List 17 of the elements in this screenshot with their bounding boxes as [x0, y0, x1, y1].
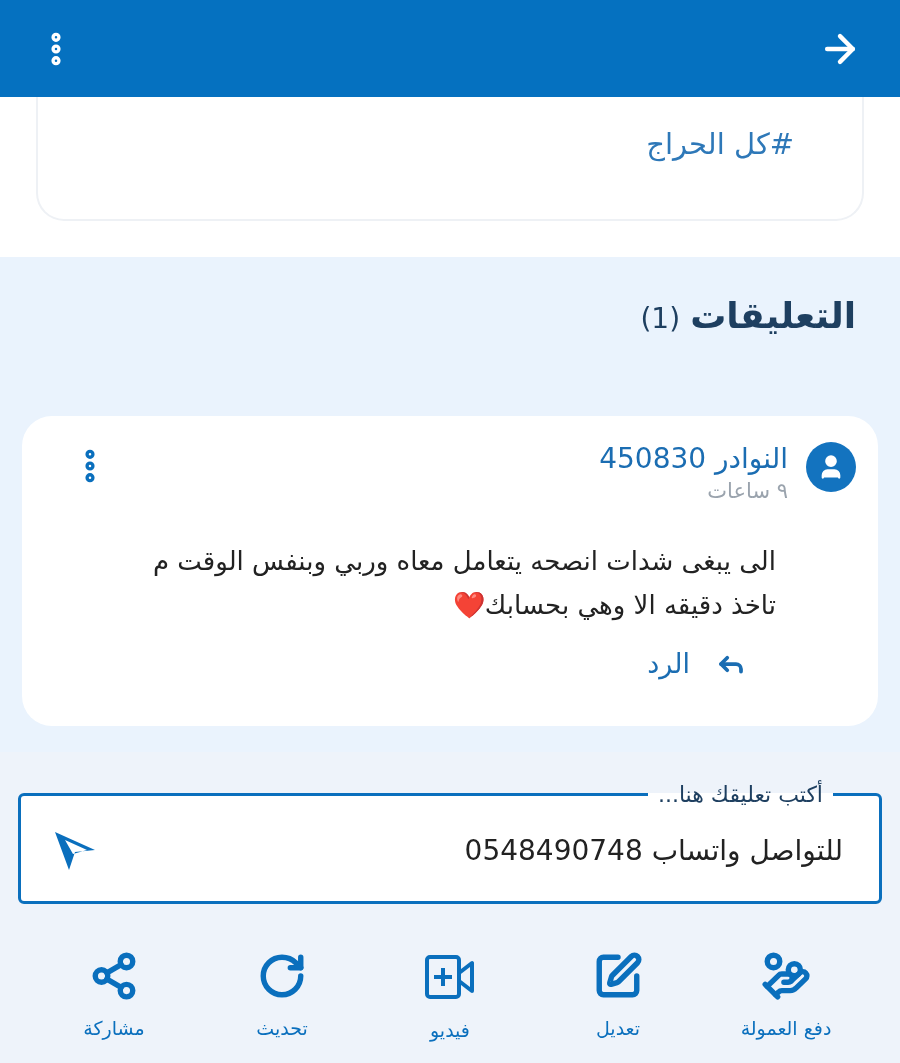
hand-coins-icon — [761, 951, 811, 1001]
comment-input[interactable]: للتواصل واتساب 0548490748 — [99, 820, 845, 880]
field-label: أكتب تعليقك هنا... — [656, 782, 824, 807]
comments-count: (1) — [640, 302, 681, 335]
action-button[interactable]: فيديو — [380, 950, 520, 1042]
comment-time: ٩ ساعات — [706, 479, 788, 503]
action-button[interactable]: دفع العمولة — [716, 950, 856, 1042]
action-button[interactable]: تحديث — [212, 950, 352, 1042]
reply-button[interactable]: الرد — [641, 647, 752, 680]
comment-text: الى يبغى شدات انصحه يتعامل معاه وربي وبنفس الوقت م تاخذ دقيقه الا وهي بحسابك❤ — [151, 545, 776, 623]
tag-link[interactable]: #كل الحراج — [646, 127, 794, 161]
action-button[interactable]: تعديل — [548, 950, 688, 1042]
action-button[interactable]: مشاركة — [44, 950, 184, 1042]
avatar-icon — [806, 442, 856, 492]
comment-author[interactable]: النوادر 450830 — [128, 442, 788, 475]
comment-field[interactable]: أكتب تعليقك هنا... للتواصل واتساب 0548490748 — [18, 782, 882, 904]
comments-heading: التعليقات — [690, 295, 856, 336]
